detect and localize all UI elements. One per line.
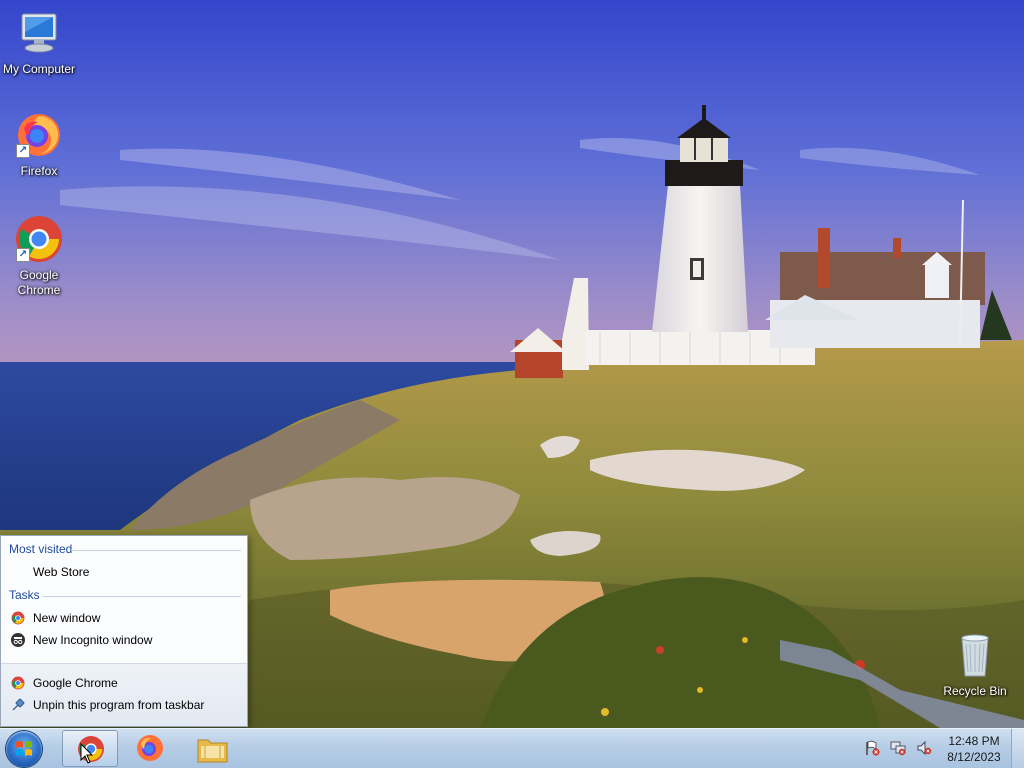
- jumplist-footer: Google Chrome Unpin this program from ta…: [1, 663, 247, 726]
- shortcut-arrow-icon: ↗: [16, 144, 30, 158]
- computer-icon: [14, 8, 64, 58]
- desktop-icon-label: Google Chrome: [17, 268, 61, 297]
- jumplist-item-web-store[interactable]: Web Store: [9, 562, 239, 582]
- desktop-icon-google-chrome[interactable]: ↗ Google Chrome: [0, 214, 78, 298]
- jumplist-item-google-chrome[interactable]: Google Chrome: [9, 673, 239, 693]
- windows-logo-icon: [16, 741, 32, 756]
- desktop-icon-label: Recycle Bin: [943, 684, 1007, 698]
- network-icon[interactable]: [890, 740, 906, 756]
- desktop-icon-firefox[interactable]: ↗ Firefox: [0, 110, 78, 179]
- taskbar-clock[interactable]: 12:48 PM 8/12/2023: [940, 733, 1008, 765]
- desktop-icon-recycle-bin[interactable]: Recycle Bin: [936, 630, 1014, 699]
- chrome-icon: [11, 611, 25, 625]
- recycle-bin-icon: [950, 630, 1000, 680]
- jumplist-item-label: New window: [33, 611, 101, 625]
- clock-time: 12:48 PM: [948, 734, 1000, 748]
- jumplist-item-label: Unpin this program from taskbar: [33, 698, 205, 712]
- taskbar-app-file-explorer[interactable]: [184, 730, 240, 767]
- chrome-icon: [11, 676, 25, 690]
- desktop-icon-label: Firefox: [20, 164, 58, 178]
- jumplist-item-new-window[interactable]: New window: [9, 608, 239, 628]
- incognito-icon: [11, 633, 25, 647]
- folder-icon: [197, 739, 228, 763]
- chrome-jump-list: Most visited Web Store Tasks New window …: [0, 535, 248, 727]
- mouse-cursor-icon: [80, 743, 94, 764]
- desktop-icon-my-computer[interactable]: My Computer: [0, 8, 78, 77]
- tasks-header: Tasks: [9, 588, 241, 602]
- firefox-icon: ↗: [14, 110, 64, 160]
- most-visited-header: Most visited: [9, 542, 241, 556]
- firefox-icon: [137, 735, 163, 761]
- unpin-icon: [11, 698, 25, 712]
- jumplist-item-new-incognito-window[interactable]: New Incognito window: [9, 630, 239, 650]
- clock-date: 8/12/2023: [947, 750, 1001, 764]
- start-button[interactable]: [6, 731, 42, 767]
- jumplist-item-label: New Incognito window: [33, 633, 153, 647]
- jumplist-item-label: Google Chrome: [33, 676, 118, 690]
- volume-muted-icon[interactable]: [916, 740, 932, 756]
- jumplist-item-label: Web Store: [33, 565, 90, 579]
- taskbar-app-firefox[interactable]: [122, 730, 178, 767]
- action-center-flag-icon[interactable]: [864, 740, 880, 756]
- desktop-icon-label: My Computer: [2, 62, 76, 76]
- taskbar: 12:48 PM 8/12/2023: [0, 728, 1024, 768]
- jumplist-item-unpin[interactable]: Unpin this program from taskbar: [9, 695, 239, 715]
- show-desktop-button[interactable]: [1011, 729, 1024, 768]
- shortcut-arrow-icon: ↗: [16, 248, 30, 262]
- chrome-icon: ↗: [14, 214, 64, 264]
